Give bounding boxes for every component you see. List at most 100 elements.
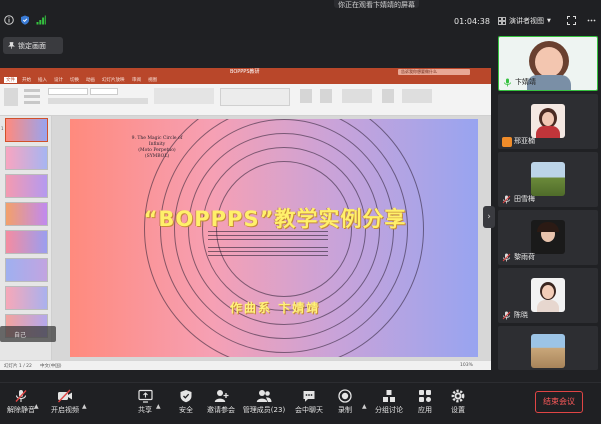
ppt-titlebar: BOPPPS教研 告诉我你想要做什么	[0, 68, 491, 76]
grid-view-icon	[498, 17, 506, 25]
paragraph-tools[interactable]	[154, 88, 214, 104]
ppt-tab[interactable]: 设计	[54, 77, 63, 83]
format-tools[interactable]	[48, 98, 148, 104]
participant-tile[interactable]: 邢亚楠	[498, 94, 598, 149]
unmute-button[interactable]: 解除静音	[0, 389, 44, 415]
view-switch-label: 演讲者视图	[509, 17, 544, 25]
ppt-ribbon-tabs: 文件 开始 插入 设计 切换 动画 幻灯片放映 审阅 视图	[0, 76, 491, 84]
ppt-tab[interactable]: 审阅	[132, 77, 141, 83]
chat-icon	[303, 391, 315, 402]
ppt-ribbon	[0, 84, 491, 116]
avatar	[531, 334, 565, 368]
participant-tile[interactable]: 陈晓	[498, 268, 598, 323]
chevron-down-icon: ▼	[547, 18, 551, 24]
slide: 9. The Magic Circle of Infinity (Moto Pe…	[70, 119, 478, 357]
shield-icon[interactable]	[20, 15, 30, 25]
ppt-tab[interactable]: 视图	[148, 77, 157, 83]
paste-icon[interactable]	[4, 88, 18, 106]
lock-screen-label: 锁定画面	[18, 41, 46, 50]
speaker-video	[499, 37, 597, 90]
score-caption: 9. The Magic Circle of Infinity (Moto Pe…	[131, 136, 183, 159]
record-icon	[338, 389, 352, 403]
lock-screen-button[interactable]: 锁定画面	[3, 37, 63, 54]
end-meeting-button[interactable]: 结束会议	[535, 391, 583, 413]
slide-title: “BOPPPS”教学实例分享	[143, 207, 407, 231]
panel-collapse-button[interactable]: ›	[483, 206, 495, 228]
quick-styles-icon[interactable]	[320, 89, 332, 103]
slide-thumb[interactable]	[5, 146, 48, 170]
participant-name: 黎雨荷	[514, 253, 535, 261]
participant-tile[interactable]: 卞婧靖	[498, 36, 598, 91]
language-indicator: 中文(中国)	[40, 364, 62, 369]
manage-members-button[interactable]: 管理成员(23)	[240, 389, 288, 415]
font-size-select[interactable]	[90, 88, 118, 95]
slide-thumb[interactable]	[5, 258, 48, 282]
shape-fill-tools[interactable]	[342, 89, 372, 103]
ppt-tab[interactable]: 幻灯片放映	[102, 77, 125, 83]
share-screen-icon	[137, 389, 153, 403]
chevron-right-icon: ›	[487, 212, 491, 222]
mic-muted-icon	[502, 195, 511, 204]
slide-thumb[interactable]	[5, 230, 48, 254]
ppt-tab[interactable]: 文件	[4, 77, 17, 83]
find-icon[interactable]	[382, 89, 394, 103]
font-select[interactable]	[48, 88, 88, 95]
ribbon-tool[interactable]	[24, 95, 40, 98]
participant-name: 陈晓	[514, 311, 528, 319]
self-video-float[interactable]: 自己	[0, 326, 56, 342]
settings-button[interactable]: 设置	[435, 389, 481, 415]
gear-icon	[451, 389, 465, 403]
staff-line	[208, 255, 328, 256]
avatar	[531, 162, 565, 196]
record-label: 录制	[338, 406, 352, 414]
bottom-toolbar: 解除静音 ▲ 开启视频 ▲ 共享 ▲ 安全 邀请参会 管理成员(23) 会中聊天	[0, 382, 601, 424]
self-label: 自己	[14, 332, 27, 339]
slide-canvas: 9. The Magic Circle of Infinity (Moto Pe…	[52, 116, 491, 360]
share-label: 共享	[138, 406, 152, 414]
ppt-tab[interactable]: 动画	[86, 77, 95, 83]
fullscreen-icon[interactable]	[567, 16, 576, 25]
more-icon[interactable]	[587, 16, 596, 25]
security-label: 安全	[179, 406, 193, 414]
shapes-gallery[interactable]	[220, 88, 290, 106]
invite-button[interactable]: 邀请参会	[198, 389, 244, 415]
participant-tile[interactable]: 黎雨荷	[498, 210, 598, 265]
participants-panel: 卞婧靖 邢亚楠 田雪梅 黎雨荷 陈晓	[496, 34, 601, 372]
slide-thumb[interactable]	[5, 286, 48, 310]
editing-tools[interactable]	[402, 89, 432, 103]
zoom-level[interactable]: 103%	[460, 363, 473, 368]
slide-thumb[interactable]	[5, 174, 48, 198]
slide-counter: 幻灯片 1 / 22	[4, 364, 32, 369]
mic-off-icon	[15, 390, 27, 402]
ppt-filename: BOPPPS教研	[230, 69, 260, 75]
chevron-up-icon[interactable]: ▲	[34, 403, 39, 410]
participant-tile[interactable]	[498, 326, 598, 370]
slide-thumb[interactable]	[5, 118, 48, 142]
chevron-up-icon[interactable]: ▲	[82, 403, 87, 410]
chevron-up-icon[interactable]: ▲	[156, 403, 161, 410]
staff-line	[208, 235, 328, 236]
record-button[interactable]: 录制	[322, 389, 368, 415]
meeting-timer: 01:04:38	[454, 17, 490, 26]
slide-thumb[interactable]	[5, 202, 48, 226]
slide-subtitle: 作曲系 卞婧靖	[229, 301, 321, 315]
ribbon-tool[interactable]	[24, 101, 40, 104]
view-switch-button[interactable]: 演讲者视图 ▼	[498, 16, 551, 26]
participant-tile[interactable]: 田雪梅	[498, 152, 598, 207]
ribbon-tool[interactable]	[24, 89, 40, 92]
share-notice: 你正在观看卞婧靖的屏幕	[334, 0, 419, 8]
slide-thumbnails: 1	[0, 116, 52, 360]
ppt-tell-me[interactable]: 告诉我你想要做什么	[398, 69, 470, 75]
manage-members-label: 管理成员(23)	[242, 406, 286, 414]
start-video-label: 开启视频	[51, 406, 79, 414]
staff-line	[208, 251, 328, 252]
info-icon[interactable]	[4, 15, 14, 25]
ppt-tab[interactable]: 插入	[38, 77, 47, 83]
mic-muted-icon	[502, 311, 511, 320]
arrange-icon[interactable]	[300, 89, 312, 103]
start-video-button[interactable]: 开启视频	[42, 389, 88, 415]
share-button[interactable]: 共享	[122, 389, 168, 415]
ppt-tab[interactable]: 切换	[70, 77, 79, 83]
signal-icon[interactable]	[36, 15, 46, 25]
ppt-tab[interactable]: 开始	[22, 77, 31, 83]
